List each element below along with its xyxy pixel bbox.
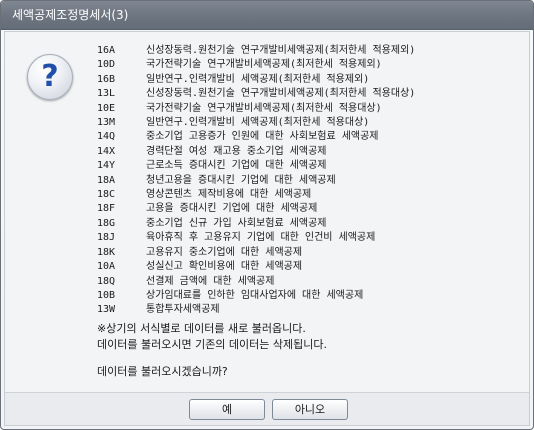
- credit-description: 중소기업 고용증가 인원에 대한 사회보험료 세액공제: [146, 131, 379, 143]
- credit-description: 중소기업 신규 가입 사회보험료 세액공제: [146, 217, 327, 229]
- credit-description: 경력단절 여성 재고용 중소기업 세액공제: [146, 145, 327, 157]
- credit-code-row: 16A 신성장동력.원천기술 연구개발비세액공제(최저한세 적용제외): [97, 44, 415, 58]
- credit-code: 18J: [97, 232, 116, 244]
- credit-code-row: 18C 영상콘텐츠 제작비용에 대한 세액공제: [97, 188, 415, 202]
- credit-code: 13W: [97, 304, 116, 316]
- credit-description: 상가임대료를 인하한 임대사업자에 대한 세액공제: [146, 289, 364, 301]
- credit-description: 신성장동력.원천기술 연구개발비세액공제(최저한세 적용제외): [146, 45, 416, 56]
- credit-code-row: 14Q 중소기업 고용증가 인원에 대한 사회보험료 세액공제: [97, 130, 415, 144]
- credit-code: 10B: [97, 289, 116, 301]
- credit-description: 국가전략기술 연구개발비세액공제(최저한세 적용제외): [146, 59, 382, 71]
- credit-description: 육아휴직 후 고용유지 기업에 대한 인건비 세액공제: [146, 232, 376, 244]
- credit-description: 고용을 증대시킨 기업에 대한 세액공제: [146, 203, 318, 215]
- credit-code: 18G: [97, 217, 116, 229]
- credit-code: 18C: [97, 189, 116, 201]
- credit-code-list: 16A 신성장동력.원천기술 연구개발비세액공제(최저한세 적용제외) 10D 국가전…: [97, 44, 415, 318]
- credit-code-row: 13W 통합투자세액공제: [97, 303, 415, 317]
- credit-code: 18K: [97, 246, 116, 258]
- message-dialog: 세액공제조정명세서(3) ? 16A 신성장동력.원천기술 연구개발비세액공제(최…: [0, 0, 534, 430]
- credit-code-row: 14X 경력단절 여성 재고용 중소기업 세액공제: [97, 145, 415, 159]
- dialog-body: ? 16A 신성장동력.원천기술 연구개발비세액공제(최저한세 적용제외) 10D 국…: [4, 31, 530, 426]
- notice-line-delete: 데이터를 불러오시면 기존의 데이터는 삭제됩니다.: [97, 338, 328, 351]
- credit-code: 10D: [97, 59, 116, 71]
- button-bar: 예 아니오: [5, 392, 529, 425]
- credit-code-row: 14Y 근로소득 증대시킨 기업에 대한 세액공제: [97, 159, 415, 173]
- question-icon: ?: [27, 54, 73, 100]
- credit-description: 고용유지 중소기업에 대한 세액공제: [146, 246, 303, 258]
- credit-code-row: 13L 신성장동력.원천기술 연구개발비세액공제(최저한세 적용대상): [97, 87, 415, 101]
- credit-code: 18F: [97, 203, 116, 215]
- credit-code-row: 13M 일반연구.인력개발비 세액공제(최저한세 적용대상): [97, 116, 415, 130]
- credit-description: 성실신고 확인비용에 대한 세액공제: [146, 261, 303, 273]
- credit-code: 10E: [97, 102, 116, 114]
- credit-description: 선결제 금액에 대한 세액공제: [146, 275, 275, 287]
- credit-description: 청년고용을 증대시킨 기업에 대한 세액공제: [146, 174, 336, 186]
- credit-code-row: 10D 국가전략기술 연구개발비세액공제(최저한세 적용제외): [97, 58, 415, 72]
- credit-description: 신성장동력.원천기술 연구개발비세액공제(최저한세 적용대상): [146, 88, 416, 100]
- credit-code: 10A: [97, 261, 116, 273]
- credit-code-row: 18G 중소기업 신규 가입 사회보험료 세액공제: [97, 217, 415, 231]
- credit-code: 14X: [97, 145, 116, 157]
- credit-code-row: 18K 고용유지 중소기업에 대한 세액공제: [97, 246, 415, 260]
- credit-code-row: 18F 고용을 증대시킨 기업에 대한 세액공제: [97, 202, 415, 216]
- dialog-title: 세액공제조정명세서(3): [12, 8, 129, 22]
- credit-code: 16A: [97, 45, 116, 56]
- credit-code: 18Q: [97, 275, 116, 287]
- yes-button[interactable]: 예: [189, 399, 265, 420]
- credit-code-row: 18A 청년고용을 증대시킨 기업에 대한 세액공제: [97, 174, 415, 188]
- credit-code-row: 18J 육아휴직 후 고용유지 기업에 대한 인건비 세액공제: [97, 231, 415, 245]
- credit-code-row: 16B 일반연구.인력개발비 세액공제(최저한세 적용제외): [97, 73, 415, 87]
- confirm-question: 데이터를 불러오시겠습니까?: [97, 365, 228, 378]
- credit-code-row: 10E 국가전략기술 연구개발비세액공제(최저한세 적용대상): [97, 102, 415, 116]
- notice-line-reload: ※상기의 서식별로 데이터를 새로 불러옵니다.: [97, 322, 306, 335]
- no-button[interactable]: 아니오: [272, 399, 348, 420]
- credit-description: 통합투자세액공제: [146, 304, 220, 316]
- dialog-titlebar[interactable]: 세액공제조정명세서(3): [1, 1, 533, 30]
- credit-code-row: 10B 상가임대료를 인하한 임대사업자에 대한 세액공제: [97, 289, 415, 303]
- credit-code-row: 10A 성실신고 확인비용에 대한 세액공제: [97, 260, 415, 274]
- credit-code: 13M: [97, 117, 116, 129]
- credit-code: 18A: [97, 174, 116, 186]
- credit-code: 13L: [97, 88, 116, 100]
- credit-code: 14Y: [97, 160, 116, 172]
- credit-description: 영상콘텐츠 제작비용에 대한 세액공제: [146, 189, 312, 201]
- credit-code: 14Q: [97, 131, 116, 143]
- notice-text: ※상기의 서식별로 데이터를 새로 불러옵니다. 데이터를 불러오시면 기존의 …: [97, 321, 327, 353]
- credit-description: 일반연구.인력개발비 세액공제(최저한세 적용대상): [146, 117, 370, 129]
- credit-code-row: 18Q 선결제 금액에 대한 세액공제: [97, 275, 415, 289]
- credit-description: 일반연구.인력개발비 세액공제(최저한세 적용제외): [146, 73, 370, 85]
- credit-code: 16B: [97, 73, 116, 85]
- credit-description: 국가전략기술 연구개발비세액공제(최저한세 적용대상): [146, 102, 382, 114]
- credit-description: 근로소득 증대시킨 기업에 대한 세액공제: [146, 160, 327, 172]
